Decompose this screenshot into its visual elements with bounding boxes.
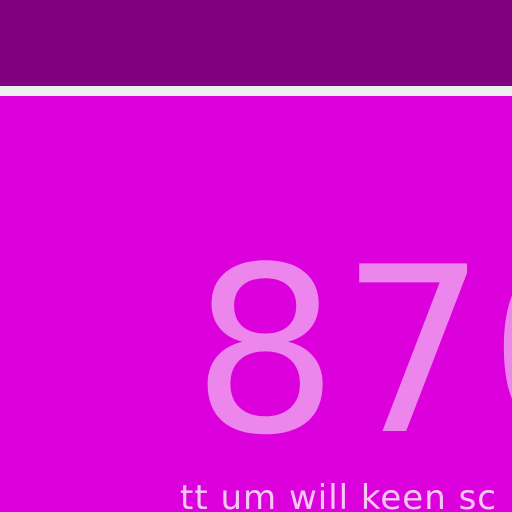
value-caption: tt um will keen sc <box>180 478 497 512</box>
large-value-display: 870 <box>192 219 512 486</box>
top-bar <box>0 0 512 86</box>
app-screen: 870 tt um will keen sc <box>0 0 512 512</box>
divider <box>0 86 512 96</box>
